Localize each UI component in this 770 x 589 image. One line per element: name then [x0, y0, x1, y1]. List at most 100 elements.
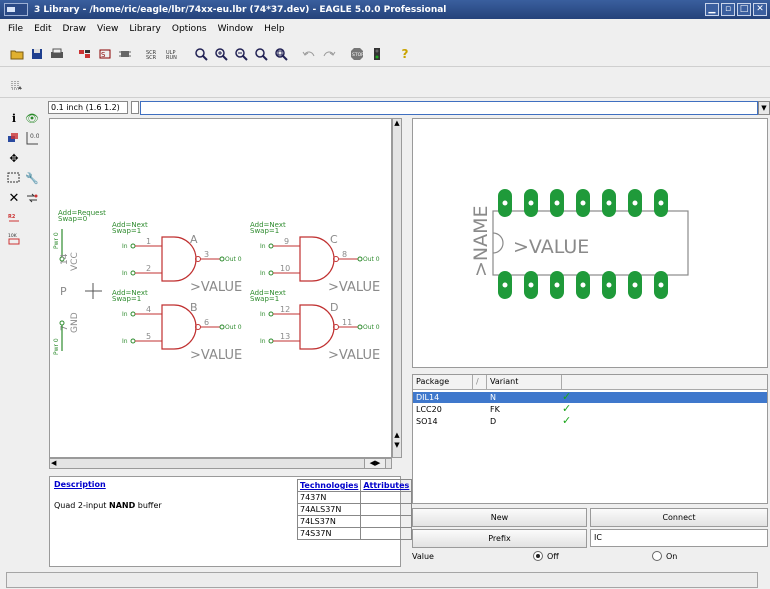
list-item[interactable]: SO14 D ✓	[413, 415, 767, 427]
prefix-field[interactable]: IC	[590, 529, 768, 547]
layer-icon[interactable]	[76, 45, 94, 63]
list-item[interactable]: LCC20 FK ✓	[413, 403, 767, 415]
menu-view[interactable]: View	[97, 24, 118, 34]
symbol-canvas[interactable]: Add=Request Swap=0 Pwr 0 14 VCC P GND 7 …	[49, 118, 392, 458]
technologies-table: Technologies Attributes 7437N 74ALS37N 7…	[296, 479, 413, 540]
gate-b-value: >VALUE	[190, 348, 242, 363]
gate-d-pin13: 13	[280, 332, 290, 341]
command-history-box[interactable]	[131, 101, 139, 114]
value-off-radio[interactable]: Off	[533, 551, 559, 561]
package-column-header[interactable]: Package	[413, 375, 473, 390]
table-row[interactable]: 7437N	[296, 491, 413, 504]
power-gate-name: P	[60, 285, 67, 298]
name-icon[interactable]: R2	[6, 210, 22, 226]
restore-button[interactable]: □	[737, 3, 751, 16]
table-row[interactable]: 74LS37N	[296, 515, 413, 528]
display-layers-icon[interactable]	[6, 130, 22, 146]
attributes-header-link[interactable]: Attributes	[360, 479, 413, 492]
description-link[interactable]: Description	[54, 480, 106, 489]
print-icon[interactable]	[48, 45, 66, 63]
menu-edit[interactable]: Edit	[34, 24, 51, 34]
scroll-up-icon[interactable]: ▲	[393, 119, 401, 128]
gate-b-pin6: 6	[204, 318, 209, 327]
redo-icon[interactable]	[320, 45, 338, 63]
table-row[interactable]: 74S37N	[296, 527, 413, 540]
scroll-up-icon-bottom[interactable]: ▲	[393, 431, 401, 440]
mark-icon[interactable]: 0.0	[24, 130, 40, 146]
zoom-area-icon[interactable]	[272, 45, 290, 63]
variant-cell: FK	[490, 405, 500, 414]
main-toolbar: S SCR SCR ULP RUN STOP ?	[0, 41, 770, 67]
minimize-button[interactable]: ▁	[705, 3, 719, 16]
show-icon[interactable]: 👁	[24, 110, 40, 126]
technologies-header-link[interactable]: Technologies	[296, 479, 362, 492]
move-icon[interactable]: ✥	[6, 150, 22, 166]
empty-column-header	[562, 375, 767, 390]
zoom-out-icon[interactable]	[232, 45, 250, 63]
symbol-vertical-scrollbar[interactable]: ▲ ▲ ▼	[392, 118, 402, 458]
menu-window[interactable]: Window	[218, 24, 254, 34]
save-icon[interactable]	[28, 45, 46, 63]
table-row[interactable]: 74ALS37N	[296, 503, 413, 516]
group-icon[interactable]	[6, 170, 22, 186]
sort-indicator[interactable]: /	[473, 375, 487, 390]
prefix-button[interactable]: Prefix	[412, 529, 587, 548]
menu-library[interactable]: Library	[129, 24, 160, 34]
gate-d-out-label: Out 0	[363, 324, 380, 331]
delete-icon[interactable]: ✕	[6, 190, 22, 206]
scroll-down-icon[interactable]: ▼	[393, 441, 401, 450]
variant-cell: D	[490, 417, 497, 426]
symbol-horizontal-scrollbar[interactable]: ◀	[49, 458, 392, 469]
connect-button[interactable]: Connect	[590, 508, 768, 527]
gate-a-in2-label: In	[122, 270, 128, 277]
parameter-toolbar	[0, 72, 770, 98]
stop-icon[interactable]: STOP	[348, 45, 366, 63]
new-button[interactable]: New	[412, 508, 587, 527]
value-on-radio[interactable]: On	[652, 551, 677, 561]
grid-toolbar-icon[interactable]	[8, 76, 26, 94]
zoom-in-icon[interactable]	[212, 45, 230, 63]
app-icon	[4, 3, 28, 16]
pinswap-icon[interactable]	[24, 190, 40, 206]
list-item[interactable]: DIL14 N ✓	[413, 391, 767, 403]
menu-options[interactable]: Options	[172, 24, 207, 34]
svg-text:STOP: STOP	[352, 52, 364, 58]
command-input[interactable]	[140, 101, 758, 115]
package-icon[interactable]	[116, 45, 134, 63]
undo-icon[interactable]	[300, 45, 318, 63]
description-text-rest: buffer	[135, 501, 162, 510]
command-dropdown-arrow[interactable]: ▼	[758, 101, 770, 115]
description-text-bold: NAND	[109, 501, 136, 510]
change-icon[interactable]: 🔧	[24, 170, 40, 186]
window-title: 3 Library - /home/ric/eagle/lbr/74xx-eu.…	[34, 4, 447, 15]
package-variants-list: Package / Variant DIL14 N ✓ LCC20 FK ✓ S…	[412, 374, 768, 504]
info-icon[interactable]: i	[6, 110, 22, 126]
scroll-left-icon[interactable]: ◀	[51, 459, 59, 468]
gnd-label: GND	[70, 312, 80, 333]
package-drawing: >NAME >VALUE	[470, 189, 689, 299]
maximize-button[interactable]: ▫	[721, 3, 735, 16]
gate-c-pin8: 8	[342, 250, 347, 259]
go-icon[interactable]	[368, 45, 386, 63]
zoom-redraw-icon[interactable]	[252, 45, 270, 63]
menu-draw[interactable]: Draw	[63, 24, 87, 34]
gate-b-out-label: Out 0	[225, 324, 242, 331]
gate-d-name: D	[330, 301, 338, 314]
menu-help[interactable]: Help	[264, 24, 285, 34]
technology-cell: 74ALS37N	[296, 503, 362, 516]
gate-b-in1-label: In	[122, 311, 128, 318]
gate-b: Add=Next Swap=1 In 4 In 5 6 Out 0 B >VAL…	[112, 289, 242, 363]
zoom-fit-icon[interactable]	[192, 45, 210, 63]
open-icon[interactable]	[8, 45, 26, 63]
gate-a-in1-label: In	[122, 243, 128, 250]
value-icon[interactable]: 10K	[6, 230, 22, 246]
symbol-icon[interactable]: S	[96, 45, 114, 63]
gate-b-swap: Swap=1	[112, 295, 141, 303]
script-icon[interactable]: SCR SCR	[144, 45, 162, 63]
help-icon[interactable]: ?	[396, 45, 414, 63]
scroll-right-icon[interactable]: ◀▶	[364, 458, 386, 469]
close-button[interactable]: ✕	[753, 3, 767, 16]
run-icon[interactable]: ULP RUN	[164, 45, 182, 63]
menu-file[interactable]: File	[8, 24, 23, 34]
variant-column-header[interactable]: Variant	[487, 375, 562, 390]
